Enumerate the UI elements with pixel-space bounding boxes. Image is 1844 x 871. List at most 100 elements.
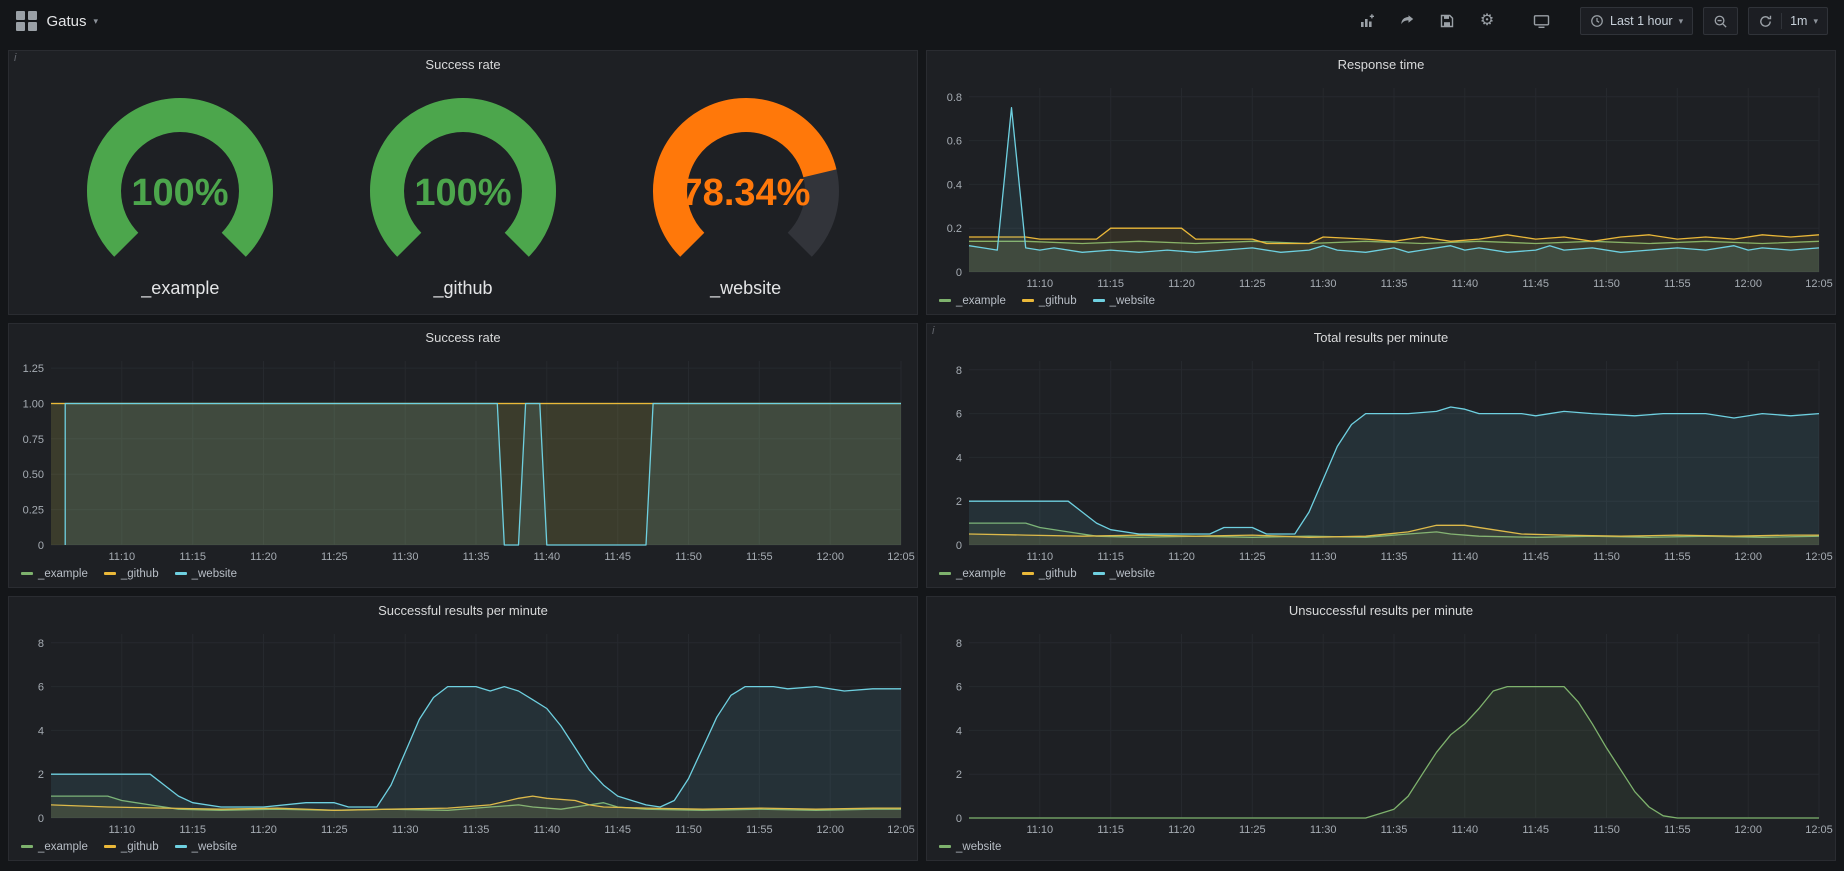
legend-item-_example[interactable]: _example [21, 841, 88, 853]
legend-label: _example [38, 568, 88, 580]
svg-text:1.25: 1.25 [23, 363, 44, 375]
gauge-_github: 100%_github [338, 94, 588, 299]
zoom-out-icon [1713, 14, 1728, 29]
chart-area[interactable]: 0246811:1011:1511:2011:2511:3011:3511:40… [927, 624, 1835, 838]
svg-text:4: 4 [956, 725, 962, 737]
save-icon [1439, 13, 1455, 29]
legend-item-_github[interactable]: _github [1022, 295, 1077, 307]
panel-info-icon[interactable]: i [14, 52, 16, 64]
chart-area[interactable]: 00.20.40.60.811:1011:1511:2011:2511:3011… [927, 78, 1835, 292]
legend-marker-icon [175, 845, 187, 848]
chart-area[interactable]: 0246811:1011:1511:2011:2511:3011:3511:40… [927, 351, 1835, 565]
clock-icon [1590, 14, 1604, 28]
legend-label: _example [956, 568, 1006, 580]
legend-item-_website[interactable]: _website [1093, 295, 1155, 307]
svg-text:11:30: 11:30 [1310, 824, 1337, 836]
svg-text:0.8: 0.8 [947, 92, 962, 104]
svg-text:11:40: 11:40 [533, 824, 560, 836]
legend-item-_example[interactable]: _example [939, 568, 1006, 580]
svg-text:6: 6 [956, 409, 962, 421]
svg-text:11:10: 11:10 [108, 824, 135, 836]
svg-text:0: 0 [38, 540, 44, 552]
legend-label: _website [956, 841, 1001, 853]
panel-title[interactable]: Success rate [9, 51, 917, 78]
panel-title[interactable]: Successful results per minute [9, 597, 917, 624]
svg-text:0: 0 [956, 540, 962, 552]
panel-title[interactable]: Response time [927, 51, 1835, 78]
navbar: Gatus ▾ ⚙ Las [0, 0, 1844, 42]
divider [1781, 13, 1782, 29]
svg-text:0.75: 0.75 [23, 434, 44, 446]
settings-button[interactable]: ⚙ [1472, 6, 1502, 36]
svg-text:1.00: 1.00 [23, 399, 44, 411]
share-button[interactable] [1392, 6, 1422, 36]
add-panel-button[interactable] [1352, 6, 1382, 36]
svg-text:11:20: 11:20 [1168, 824, 1195, 836]
svg-text:2: 2 [38, 769, 44, 781]
svg-text:11:50: 11:50 [1593, 824, 1620, 836]
chart-area[interactable]: 00.250.500.751.001.2511:1011:1511:2011:2… [9, 351, 917, 565]
svg-text:11:20: 11:20 [1168, 551, 1195, 563]
legend-item-_github[interactable]: _github [1022, 568, 1077, 580]
svg-text:11:20: 11:20 [250, 824, 277, 836]
cycle-view-button[interactable] [1526, 6, 1556, 36]
legend-item-_website[interactable]: _website [175, 568, 237, 580]
gauge-value: 100% [132, 172, 229, 214]
panel-title[interactable]: Unsuccessful results per minute [927, 597, 1835, 624]
svg-text:12:05: 12:05 [1805, 824, 1833, 836]
svg-text:11:25: 11:25 [1239, 278, 1266, 290]
svg-text:0.4: 0.4 [947, 179, 962, 191]
time-range-picker[interactable]: Last 1 hour ▾ [1580, 7, 1693, 35]
svg-text:11:25: 11:25 [321, 551, 348, 563]
svg-text:11:35: 11:35 [463, 551, 490, 563]
legend-item-_github[interactable]: _github [104, 568, 159, 580]
svg-text:11:55: 11:55 [746, 551, 773, 563]
svg-text:12:00: 12:00 [1734, 824, 1762, 836]
svg-text:11:25: 11:25 [321, 824, 348, 836]
save-button[interactable] [1432, 6, 1462, 36]
svg-text:11:30: 11:30 [1310, 278, 1337, 290]
legend-item-_website[interactable]: _website [175, 841, 237, 853]
legend-item-_example[interactable]: _example [939, 295, 1006, 307]
svg-text:11:10: 11:10 [1026, 278, 1053, 290]
time-range-label: Last 1 hour [1610, 14, 1673, 28]
legend-label: _example [38, 841, 88, 853]
chevron-down-icon: ▾ [1679, 16, 1684, 27]
legend-marker-icon [21, 572, 33, 575]
gauge-arc: 100% [55, 94, 305, 278]
apps-grid-icon[interactable] [16, 11, 37, 32]
panel-success-rate-gauges: i Success rate 100%_example100%_github78… [8, 50, 918, 315]
dashboard-title[interactable]: Gatus ▾ [47, 13, 99, 30]
svg-text:11:55: 11:55 [1664, 278, 1691, 290]
refresh-icon [1758, 14, 1773, 29]
legend-item-_github[interactable]: _github [104, 841, 159, 853]
svg-text:12:05: 12:05 [887, 824, 915, 836]
svg-text:0: 0 [956, 267, 962, 279]
legend-item-_website[interactable]: _website [1093, 568, 1155, 580]
gauge-arc: 78.34% [621, 94, 871, 278]
svg-text:11:15: 11:15 [179, 551, 206, 563]
svg-text:11:40: 11:40 [1451, 551, 1478, 563]
legend-marker-icon [21, 845, 33, 848]
legend-label: _github [121, 841, 159, 853]
panel-response-time: i Response time 00.20.40.60.811:1011:151… [926, 50, 1836, 315]
gauge-label: _website [710, 278, 781, 299]
legend-marker-icon [1093, 299, 1105, 302]
refresh-picker[interactable]: 1m ▾ [1748, 7, 1828, 35]
legend-item-_website[interactable]: _website [939, 841, 1001, 853]
zoom-out-button[interactable] [1703, 7, 1738, 35]
legend: _example _github _website [927, 292, 1835, 314]
panel-title[interactable]: Success rate [9, 324, 917, 351]
svg-text:12:05: 12:05 [1805, 278, 1833, 290]
svg-text:11:55: 11:55 [746, 824, 773, 836]
svg-text:11:45: 11:45 [1522, 824, 1549, 836]
panel-title[interactable]: Total results per minute [927, 324, 1835, 351]
chart-area[interactable]: 0246811:1011:1511:2011:2511:3011:3511:40… [9, 624, 917, 838]
tv-monitor-icon [1533, 13, 1550, 29]
svg-text:11:20: 11:20 [250, 551, 277, 563]
legend-item-_example[interactable]: _example [21, 568, 88, 580]
svg-text:0.50: 0.50 [23, 469, 44, 481]
svg-text:8: 8 [956, 365, 962, 377]
legend-label: _website [1110, 295, 1155, 307]
panel-info-icon[interactable]: i [932, 325, 934, 337]
